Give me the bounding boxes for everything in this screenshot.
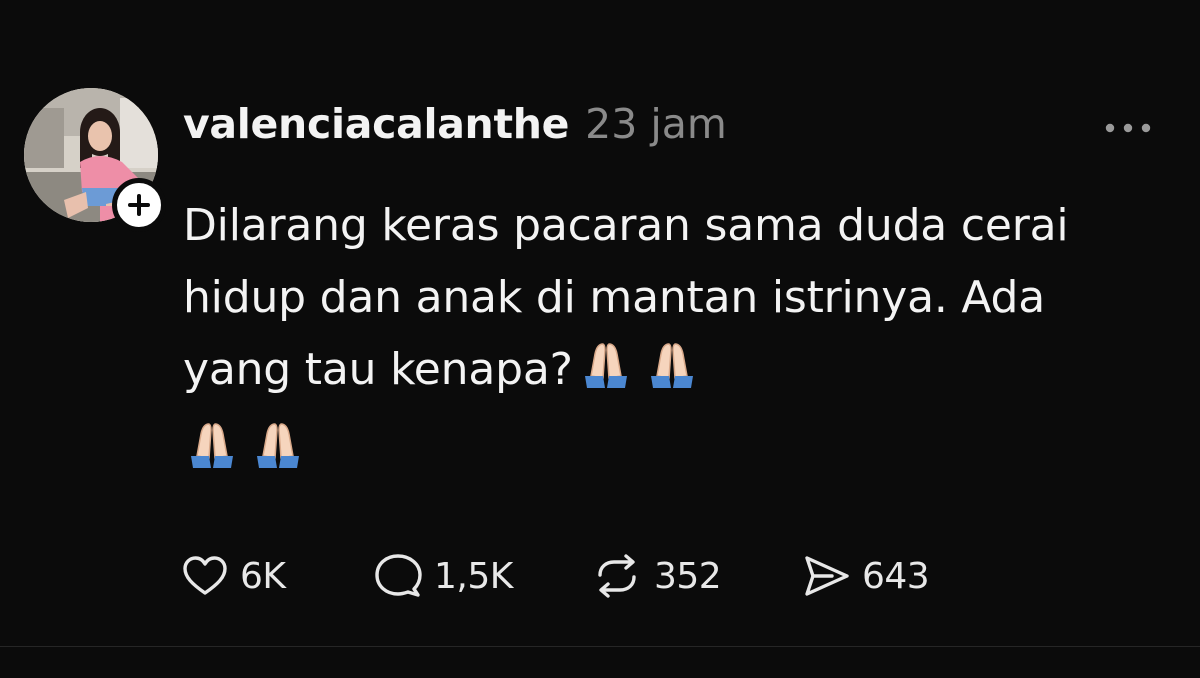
- repost-button[interactable]: 352: [592, 553, 802, 599]
- more-horizontal-icon: [1105, 123, 1151, 133]
- comment-icon: [375, 554, 422, 597]
- post-header: valenciacalanthe 23 jam: [183, 100, 727, 148]
- post-body: Dilarang keras pacaran sama duda cerai h…: [183, 190, 1143, 494]
- more-options-button[interactable]: [1096, 108, 1160, 148]
- post-actions: 6K 1,5K 352 643: [182, 552, 982, 600]
- like-button[interactable]: 6K: [182, 555, 374, 597]
- thread-post: valenciacalanthe 23 jam Dilarang keras p…: [0, 0, 1200, 678]
- plus-icon: [128, 194, 150, 216]
- username[interactable]: valenciacalanthe: [183, 100, 569, 148]
- folded-hands-emoji: [187, 420, 237, 494]
- share-count: 643: [862, 555, 930, 597]
- heart-icon: [183, 556, 227, 595]
- send-icon: [805, 556, 849, 596]
- avatar-container: [24, 88, 166, 232]
- like-count: 6K: [240, 555, 286, 597]
- repost-icon: [598, 554, 636, 598]
- folded-hands-emoji: [253, 420, 303, 494]
- share-button[interactable]: 643: [802, 554, 982, 598]
- divider: [0, 646, 1200, 647]
- folded-hands-emoji: [581, 340, 631, 414]
- reply-button[interactable]: 1,5K: [374, 553, 592, 599]
- repost-count: 352: [654, 555, 722, 597]
- follow-button[interactable]: [112, 178, 166, 232]
- reply-count: 1,5K: [434, 555, 513, 597]
- timestamp: 23 jam: [585, 100, 727, 148]
- folded-hands-emoji: [647, 340, 697, 414]
